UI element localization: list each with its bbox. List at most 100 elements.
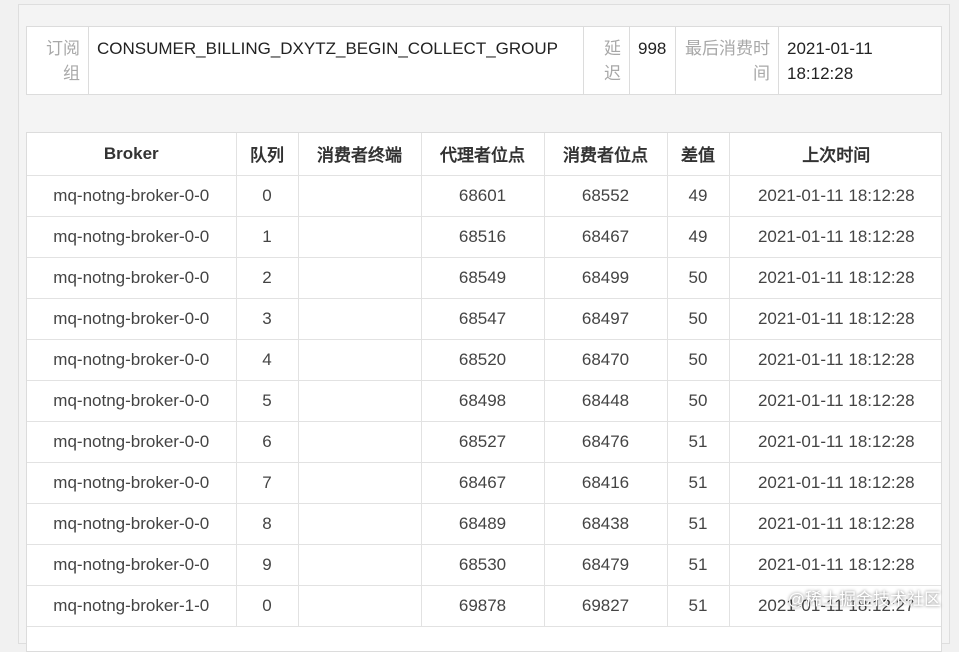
cell-broker-offset: 69878 xyxy=(420,584,545,627)
cell-consumer-client xyxy=(297,297,422,340)
cell-consumer-client xyxy=(297,256,422,299)
column-header-consumer-client: 消费者终端 xyxy=(297,133,422,176)
cell-consumer-client xyxy=(297,584,422,627)
cell-broker-offset: 68520 xyxy=(420,338,545,381)
cell-consumer-client xyxy=(297,543,422,586)
cell-queue: 8 xyxy=(235,502,299,545)
cell-consumer-client xyxy=(297,215,422,258)
cell-consumer-offset: 68467 xyxy=(543,215,668,258)
cell-consumer-offset: 68470 xyxy=(543,338,668,381)
cell-queue: 7 xyxy=(235,461,299,504)
column-header-broker: Broker xyxy=(27,133,237,176)
watermark: @稀土掘金技术社区 xyxy=(788,585,941,610)
cell-diff: 51 xyxy=(666,502,730,545)
cell-last-time: 2021-01-11 18:12:28 xyxy=(728,461,941,504)
table-row: mq-notng-broker-0-0 6 68527 68476 51 2021-01-… xyxy=(27,420,941,463)
cell-queue: 6 xyxy=(235,420,299,463)
cell-last-time: 2021-01-11 18:12:28 xyxy=(728,215,941,258)
cell-last-time: 2021-01-11 18:12:28 xyxy=(728,379,941,422)
cell-consumer-offset: 68438 xyxy=(543,502,668,545)
table-row: mq-notng-broker-0-0 5 68498 68448 50 2021-01-… xyxy=(27,379,941,422)
cell-last-time: 2021-01-11 18:12:28 xyxy=(728,338,941,381)
section-separator xyxy=(26,95,942,123)
cell-queue: 1 xyxy=(235,215,299,258)
cell-broker: mq-notng-broker-0-0 xyxy=(27,502,237,545)
table-row: mq-notng-broker-0-0 9 68530 68479 51 2021-01-… xyxy=(27,543,941,586)
column-header-consumer-offset: 消费者位点 xyxy=(543,133,668,176)
cell-consumer-offset: 68448 xyxy=(543,379,668,422)
cell-queue: 2 xyxy=(235,256,299,299)
cell-broker: mq-notng-broker-0-0 xyxy=(27,420,237,463)
cell-broker-offset: 68527 xyxy=(420,420,545,463)
watermark-text: @稀土掘金技术社区 xyxy=(787,590,941,609)
cell-diff: 51 xyxy=(666,420,730,463)
cell-consumer-client xyxy=(297,461,422,504)
cell-broker: mq-notng-broker-1-0 xyxy=(27,584,237,627)
cell-consumer-offset: 68479 xyxy=(543,543,668,586)
cell-broker: mq-notng-broker-0-0 xyxy=(27,256,237,299)
cell-consumer-client xyxy=(297,420,422,463)
cell-broker: mq-notng-broker-0-0 xyxy=(27,174,237,217)
cell-consumer-client xyxy=(297,502,422,545)
cell-diff: 50 xyxy=(666,297,730,340)
cell-broker: mq-notng-broker-0-0 xyxy=(27,379,237,422)
column-header-broker-offset: 代理者位点 xyxy=(420,133,545,176)
column-header-last-time: 上次时间 xyxy=(728,133,941,176)
table-row: mq-notng-broker-0-0 4 68520 68470 50 2021-01-… xyxy=(27,338,941,381)
cell-broker-offset: 68498 xyxy=(420,379,545,422)
table-row: mq-notng-broker-0-0 2 68549 68499 50 2021-01-… xyxy=(27,256,941,299)
cell-consumer-client xyxy=(297,338,422,381)
cell-queue: 5 xyxy=(235,379,299,422)
cell-diff: 49 xyxy=(666,215,730,258)
cell-diff: 49 xyxy=(666,174,730,217)
table-row: mq-notng-broker-0-0 7 68467 68416 51 2021-01-… xyxy=(27,461,941,504)
cell-consumer-offset: 68476 xyxy=(543,420,668,463)
cell-consumer-offset: 68416 xyxy=(543,461,668,504)
cell-consumer-offset: 68499 xyxy=(543,256,668,299)
cell-broker: mq-notng-broker-0-0 xyxy=(27,543,237,586)
group-value: CONSUMER_BILLING_DXYTZ_BEGIN_COLLECT_GRO… xyxy=(89,27,584,94)
table-header-row: Broker 队列 消费者终端 代理者位点 消费者位点 差值 上次时间 xyxy=(27,133,941,176)
cell-last-time: 2021-01-11 18:12:28 xyxy=(728,420,941,463)
table-row: mq-notng-broker-0-0 3 68547 68497 50 2021-01-… xyxy=(27,297,941,340)
column-header-queue: 队列 xyxy=(235,133,299,176)
cell-queue: 3 xyxy=(235,297,299,340)
cell-queue: 9 xyxy=(235,543,299,586)
delay-value: 998 xyxy=(630,27,676,94)
cell-diff: 50 xyxy=(666,338,730,381)
cell-broker-offset: 68549 xyxy=(420,256,545,299)
cell-broker-offset: 68530 xyxy=(420,543,545,586)
cell-diff: 50 xyxy=(666,256,730,299)
cell-broker-offset: 68601 xyxy=(420,174,545,217)
column-header-diff: 差值 xyxy=(666,133,730,176)
cell-diff: 51 xyxy=(666,584,730,627)
cell-last-time: 2021-01-11 18:12:28 xyxy=(728,256,941,299)
cell-consumer-offset: 68552 xyxy=(543,174,668,217)
table-row: mq-notng-broker-0-0 0 68601 68552 49 2021-01-… xyxy=(27,174,941,217)
cell-broker: mq-notng-broker-0-0 xyxy=(27,461,237,504)
consumer-group-info-bar: 订阅组 CONSUMER_BILLING_DXYTZ_BEGIN_COLLECT… xyxy=(26,26,942,95)
table-row: mq-notng-broker-0-0 8 68489 68438 51 2021-01-… xyxy=(27,502,941,545)
consumer-progress-table: Broker 队列 消费者终端 代理者位点 消费者位点 差值 上次时间 mq-n… xyxy=(26,132,942,652)
cell-broker-offset: 68547 xyxy=(420,297,545,340)
cell-queue: 0 xyxy=(235,584,299,627)
cell-consumer-client xyxy=(297,379,422,422)
cell-queue: 4 xyxy=(235,338,299,381)
cell-diff: 50 xyxy=(666,379,730,422)
cell-last-time: 2021-01-11 18:12:28 xyxy=(728,297,941,340)
last-consume-label: 最后消费时间 xyxy=(676,27,779,94)
cell-broker: mq-notng-broker-0-0 xyxy=(27,338,237,381)
cell-diff: 51 xyxy=(666,543,730,586)
cell-diff: 51 xyxy=(666,461,730,504)
cell-broker-offset: 68516 xyxy=(420,215,545,258)
table-row: mq-notng-broker-0-0 1 68516 68467 49 2021-01-… xyxy=(27,215,941,258)
last-consume-value: 2021-01-11 18:12:28 xyxy=(787,39,873,83)
cell-last-time: 2021-01-11 18:12:28 xyxy=(728,543,941,586)
cell-last-time: 2021-01-11 18:12:28 xyxy=(728,502,941,545)
cell-broker-offset: 68489 xyxy=(420,502,545,545)
cell-consumer-offset: 69827 xyxy=(543,584,668,627)
cell-consumer-offset: 68497 xyxy=(543,297,668,340)
cell-consumer-client xyxy=(297,174,422,217)
cell-queue: 0 xyxy=(235,174,299,217)
cell-broker-offset: 68467 xyxy=(420,461,545,504)
